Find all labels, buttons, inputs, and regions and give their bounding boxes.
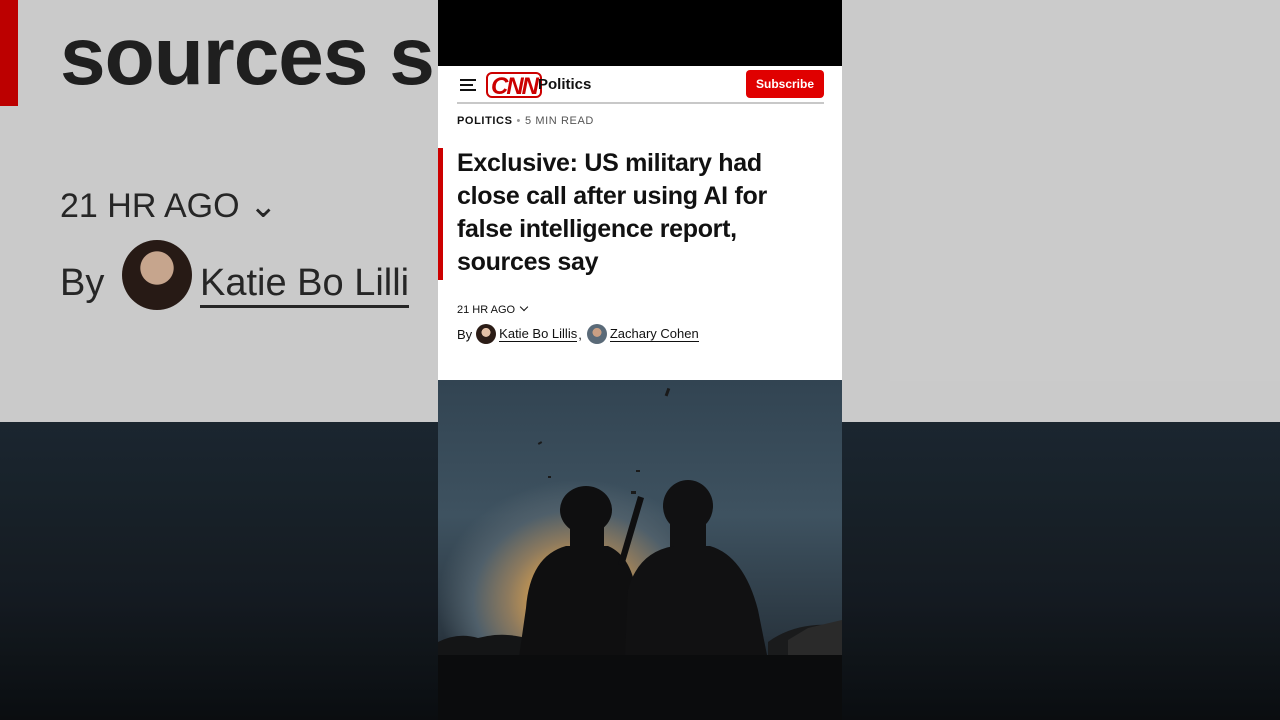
subscribe-button[interactable]: Subscribe bbox=[746, 70, 824, 98]
author-avatar-zachary[interactable] bbox=[586, 324, 607, 344]
cnn-logo[interactable]: CNN bbox=[486, 72, 542, 100]
chevron-down-icon[interactable] bbox=[519, 302, 529, 312]
article-card: CNN Politics Subscribe POLITICS • 5 MIN RE… bbox=[438, 66, 842, 380]
meta-separator: • bbox=[516, 115, 521, 127]
hamburger-menu-icon[interactable] bbox=[460, 79, 476, 91]
author-separator: , bbox=[578, 326, 582, 342]
hero-photo[interactable] bbox=[438, 380, 842, 720]
headline-accent-bar bbox=[438, 148, 443, 280]
byline: By Katie Bo Lillis, Zachary Cohen bbox=[457, 322, 699, 346]
sky-specks bbox=[537, 387, 671, 494]
section-tag[interactable]: POLITICS bbox=[457, 115, 513, 127]
timestamp-text: 21 HR AGO bbox=[457, 304, 516, 316]
ground-shadow bbox=[438, 655, 842, 720]
section-name[interactable]: Politics bbox=[538, 76, 591, 93]
article-timestamp[interactable]: 21 HR AGO bbox=[457, 302, 529, 316]
rifle-silhouette bbox=[618, 496, 644, 566]
author-link-zachary[interactable]: Zachary Cohen bbox=[609, 326, 699, 342]
phone-viewport: CNN Politics Subscribe POLITICS • 5 MIN RE… bbox=[438, 0, 842, 720]
article-headline: Exclusive: US military had close call af… bbox=[457, 149, 767, 276]
site-header: CNN Politics Subscribe bbox=[457, 70, 824, 104]
read-time: 5 MIN READ bbox=[524, 115, 594, 127]
article-meta: POLITICS • 5 MIN READ bbox=[457, 115, 594, 127]
author-link-katie[interactable]: Katie Bo Lillis bbox=[499, 326, 578, 342]
by-label: By bbox=[457, 326, 473, 342]
author-avatar-katie[interactable] bbox=[476, 324, 497, 344]
soldiers-silhouette-image bbox=[438, 387, 842, 720]
